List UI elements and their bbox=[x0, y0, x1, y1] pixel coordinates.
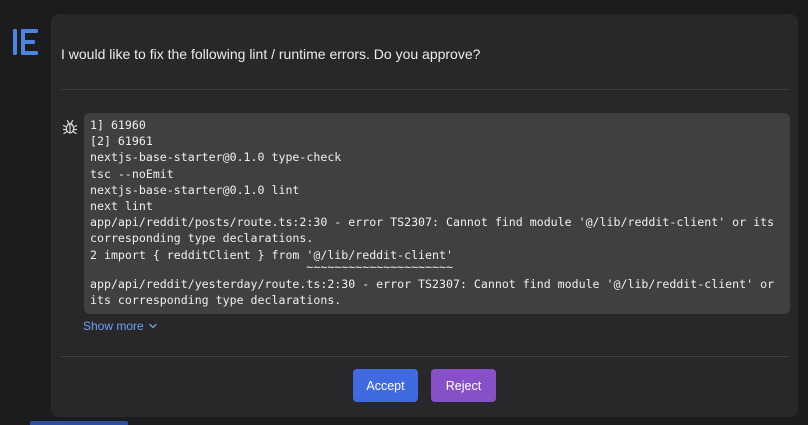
error-line: corresponding type declarations. bbox=[90, 231, 314, 246]
accept-button[interactable]: Accept bbox=[353, 369, 418, 402]
error-line: [2] 61961 bbox=[90, 134, 153, 149]
bottom-tab-indicator bbox=[30, 421, 128, 425]
editor-logo-icon[interactable] bbox=[13, 28, 39, 56]
error-output: 1] 61960 [2] 61961 nextjs-base-starter@0… bbox=[90, 117, 774, 308]
error-line: its corresponding type declarations. bbox=[90, 292, 342, 307]
approval-panel: I would like to fix the following lint /… bbox=[51, 14, 798, 417]
error-line: next lint bbox=[90, 198, 153, 213]
error-line: tsc --noEmit bbox=[90, 166, 174, 181]
divider bbox=[61, 89, 789, 90]
show-more-label: Show more bbox=[83, 319, 144, 333]
show-more-link[interactable]: Show more bbox=[83, 318, 158, 334]
error-line: nextjs-base-starter@0.1.0 type-check bbox=[90, 150, 342, 165]
error-line: app/api/reddit/yesterday/route.ts:2:30 -… bbox=[90, 276, 775, 291]
bug-icon bbox=[62, 120, 78, 135]
error-output-box: 1] 61960 [2] 61961 nextjs-base-starter@0… bbox=[84, 113, 790, 314]
left-rail bbox=[0, 0, 128, 425]
error-squiggle: ~~~~~~~~~~~~~~~~~~~~~ bbox=[90, 259, 453, 274]
error-line: app/api/reddit/posts/route.ts:2:30 - err… bbox=[90, 215, 775, 230]
divider bbox=[61, 356, 789, 357]
chevron-down-icon bbox=[149, 323, 157, 329]
reject-button[interactable]: Reject bbox=[431, 369, 496, 402]
error-line: 1] 61960 bbox=[90, 118, 146, 132]
approval-question: I would like to fix the following lint /… bbox=[61, 46, 481, 62]
error-line: nextjs-base-starter@0.1.0 lint bbox=[90, 182, 300, 197]
